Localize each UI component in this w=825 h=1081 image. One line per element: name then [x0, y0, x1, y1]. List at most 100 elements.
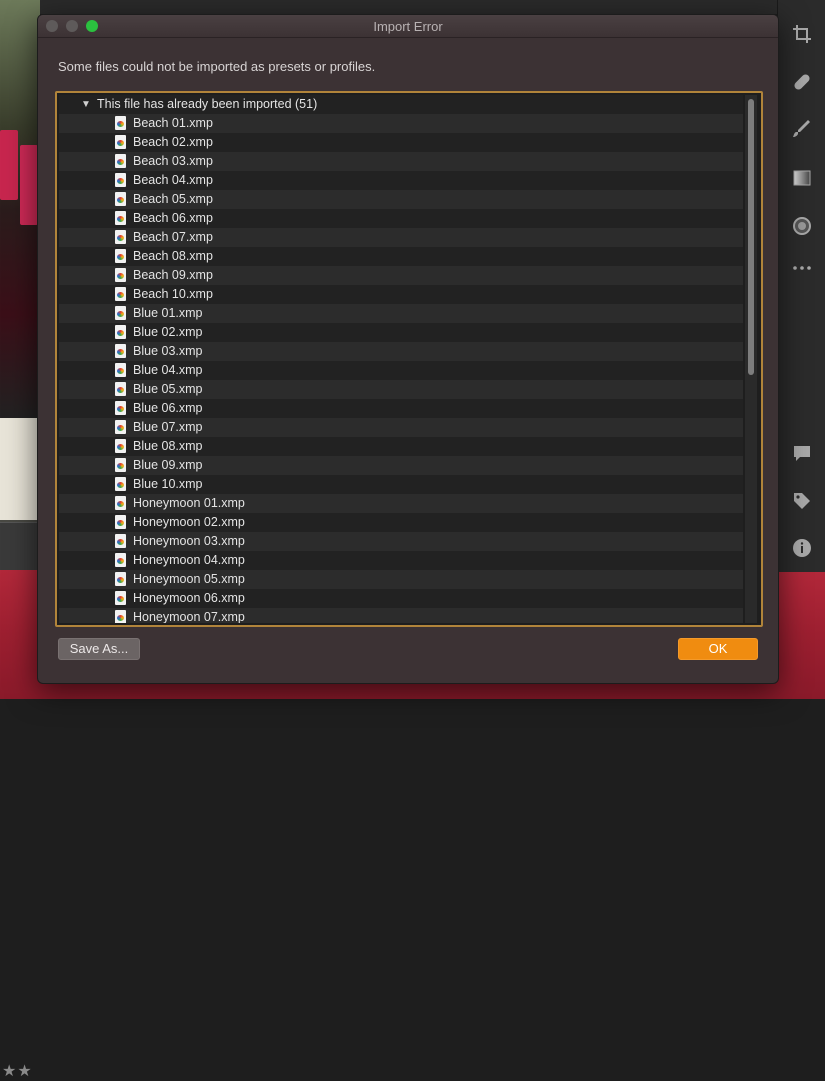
rating-stars[interactable]: ★★: [2, 1061, 33, 1081]
file-name: Honeymoon 05.xmp: [133, 572, 245, 586]
file-row[interactable]: Blue 04.xmp: [59, 361, 743, 380]
info-icon[interactable]: [790, 536, 814, 560]
file-row[interactable]: Honeymoon 07.xmp: [59, 608, 743, 623]
file-row[interactable]: Blue 06.xmp: [59, 399, 743, 418]
xmp-file-icon: [115, 553, 126, 567]
more-icon[interactable]: [790, 256, 814, 280]
ok-button[interactable]: OK: [678, 638, 758, 660]
file-row[interactable]: Blue 03.xmp: [59, 342, 743, 361]
xmp-file-icon: [115, 382, 126, 396]
xmp-file-icon: [115, 135, 126, 149]
file-row[interactable]: Beach 03.xmp: [59, 152, 743, 171]
file-row[interactable]: Beach 07.xmp: [59, 228, 743, 247]
file-row[interactable]: Honeymoon 03.xmp: [59, 532, 743, 551]
xmp-file-icon: [115, 458, 126, 472]
file-row[interactable]: Beach 02.xmp: [59, 133, 743, 152]
file-row[interactable]: Beach 04.xmp: [59, 171, 743, 190]
save-as-button[interactable]: Save As...: [58, 638, 140, 660]
file-row[interactable]: Honeymoon 04.xmp: [59, 551, 743, 570]
file-name: Honeymoon 04.xmp: [133, 553, 245, 567]
dialog-titlebar: Import Error: [38, 15, 778, 38]
xmp-file-icon: [115, 325, 126, 339]
file-name: Blue 01.xmp: [133, 306, 203, 320]
list-scrollbar[interactable]: [745, 95, 757, 623]
xmp-file-icon: [115, 420, 126, 434]
crop-icon[interactable]: [790, 22, 814, 46]
error-list: ▼ This file has already been imported (5…: [55, 91, 763, 627]
xmp-file-icon: [115, 268, 126, 282]
comment-icon[interactable]: [790, 441, 814, 465]
file-name: Beach 01.xmp: [133, 116, 213, 130]
xmp-file-icon: [115, 116, 126, 130]
file-row[interactable]: Beach 06.xmp: [59, 209, 743, 228]
file-row[interactable]: Blue 08.xmp: [59, 437, 743, 456]
file-name: Beach 10.xmp: [133, 287, 213, 301]
file-name: Blue 02.xmp: [133, 325, 203, 339]
xmp-file-icon: [115, 496, 126, 510]
file-name: Honeymoon 01.xmp: [133, 496, 245, 510]
file-row[interactable]: Blue 10.xmp: [59, 475, 743, 494]
xmp-file-icon: [115, 211, 126, 225]
tag-icon[interactable]: [790, 489, 814, 513]
file-name: Blue 03.xmp: [133, 344, 203, 358]
brush-icon[interactable]: [790, 118, 814, 142]
xmp-file-icon: [115, 306, 126, 320]
xmp-file-icon: [115, 363, 126, 377]
scroll-thumb[interactable]: [748, 99, 754, 375]
file-name: Honeymoon 07.xmp: [133, 610, 245, 623]
file-name: Honeymoon 03.xmp: [133, 534, 245, 548]
dialog-title: Import Error: [373, 19, 443, 34]
xmp-file-icon: [115, 572, 126, 586]
xmp-file-icon: [115, 287, 126, 301]
xmp-file-icon: [115, 249, 126, 263]
file-name: Blue 07.xmp: [133, 420, 203, 434]
file-row[interactable]: Blue 09.xmp: [59, 456, 743, 475]
file-name: Beach 04.xmp: [133, 173, 213, 187]
xmp-file-icon: [115, 230, 126, 244]
file-row[interactable]: Honeymoon 01.xmp: [59, 494, 743, 513]
xmp-file-icon: [115, 154, 126, 168]
disclosure-triangle-icon[interactable]: ▼: [81, 95, 91, 114]
file-row[interactable]: Blue 07.xmp: [59, 418, 743, 437]
file-name: Beach 05.xmp: [133, 192, 213, 206]
file-name: Blue 08.xmp: [133, 439, 203, 453]
error-message: Some files could not be imported as pres…: [58, 59, 376, 74]
xmp-file-icon: [115, 515, 126, 529]
xmp-file-icon: [115, 439, 126, 453]
file-row[interactable]: Blue 05.xmp: [59, 380, 743, 399]
file-name: Beach 07.xmp: [133, 230, 213, 244]
xmp-file-icon: [115, 591, 126, 605]
file-row[interactable]: Blue 02.xmp: [59, 323, 743, 342]
file-row[interactable]: Beach 08.xmp: [59, 247, 743, 266]
file-row[interactable]: Beach 05.xmp: [59, 190, 743, 209]
file-name: Honeymoon 06.xmp: [133, 591, 245, 605]
file-name: Blue 05.xmp: [133, 382, 203, 396]
file-name: Beach 02.xmp: [133, 135, 213, 149]
file-row[interactable]: Beach 10.xmp: [59, 285, 743, 304]
group-label: This file has already been imported (51): [97, 97, 318, 111]
file-name: Beach 03.xmp: [133, 154, 213, 168]
file-name: Blue 09.xmp: [133, 458, 203, 472]
file-row[interactable]: Beach 01.xmp: [59, 114, 743, 133]
healing-icon[interactable]: [790, 70, 814, 94]
file-name: Beach 06.xmp: [133, 211, 213, 225]
file-row[interactable]: Honeymoon 06.xmp: [59, 589, 743, 608]
radial-icon[interactable]: [790, 214, 814, 238]
file-name: Honeymoon 02.xmp: [133, 515, 245, 529]
xmp-file-icon: [115, 534, 126, 548]
group-row[interactable]: ▼ This file has already been imported (5…: [59, 95, 743, 114]
file-name: Blue 04.xmp: [133, 363, 203, 377]
file-row[interactable]: Honeymoon 02.xmp: [59, 513, 743, 532]
file-name: Beach 09.xmp: [133, 268, 213, 282]
file-row[interactable]: Honeymoon 05.xmp: [59, 570, 743, 589]
xmp-file-icon: [115, 192, 126, 206]
file-row[interactable]: Beach 09.xmp: [59, 266, 743, 285]
error-list-rows: ▼ This file has already been imported (5…: [59, 95, 743, 623]
file-row[interactable]: Blue 01.xmp: [59, 304, 743, 323]
xmp-file-icon: [115, 401, 126, 415]
gradient-icon[interactable]: [790, 166, 814, 190]
file-name: Blue 06.xmp: [133, 401, 203, 415]
xmp-file-icon: [115, 344, 126, 358]
edit-toolbar: [777, 0, 825, 572]
file-name: Beach 08.xmp: [133, 249, 213, 263]
